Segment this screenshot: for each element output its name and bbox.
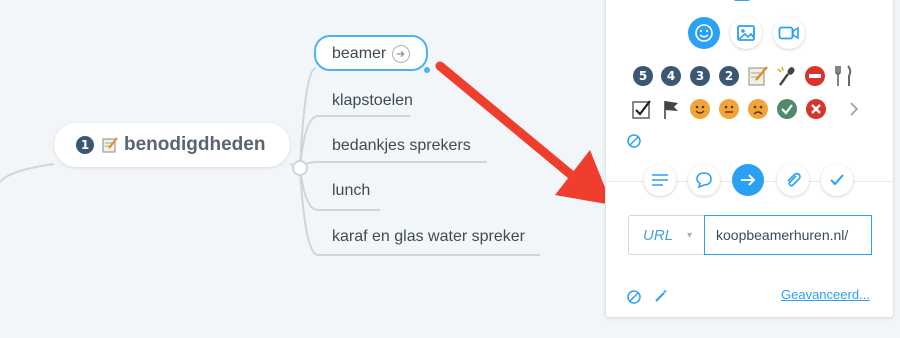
- subtopic-karaf[interactable]: karaf en glas water spreker: [332, 228, 525, 246]
- central-topic-label: benodigdheden: [124, 134, 266, 155]
- paperclip-icon: [787, 172, 801, 187]
- branch-node[interactable]: [292, 160, 308, 176]
- lines-icon: [652, 174, 668, 186]
- tab-image[interactable]: [730, 17, 762, 49]
- magic-wand-icon[interactable]: [653, 288, 669, 304]
- checkbox-icon[interactable]: [631, 98, 653, 120]
- image-icon: [737, 25, 755, 41]
- link-type-select[interactable]: URL ▾: [629, 216, 705, 254]
- cross-circle-icon[interactable]: [806, 99, 826, 119]
- tab-emoji[interactable]: [688, 17, 720, 49]
- memo-icon: [102, 137, 118, 153]
- subtopic-lunch[interactable]: lunch: [332, 182, 370, 200]
- no-entry-icon[interactable]: [804, 65, 826, 87]
- check-circle-icon[interactable]: [777, 99, 797, 119]
- smiley-icon: [695, 24, 713, 42]
- link-arrow-icon[interactable]: [392, 45, 410, 63]
- arrow-right-icon: [741, 174, 756, 186]
- topic-properties-panel: 5 4 3 2 URL ▾ koopbeamerhuren.nl/ Geavan…: [605, 0, 894, 318]
- video-icon: [778, 26, 799, 40]
- priority-1-icon: 1: [76, 136, 94, 154]
- url-input[interactable]: [704, 215, 872, 255]
- subtopic-beamer[interactable]: beamer: [314, 35, 430, 73]
- priority-3-icon[interactable]: 3: [690, 66, 710, 86]
- section-comment[interactable]: [688, 164, 720, 196]
- microphone-icon[interactable]: [776, 65, 798, 87]
- section-notes[interactable]: [644, 164, 676, 196]
- chevron-right-icon[interactable]: [848, 101, 860, 117]
- checkmark-icon: [830, 174, 844, 186]
- subtopic-klapstoelen[interactable]: klapstoelen: [332, 92, 413, 110]
- remove-link-icon[interactable]: [626, 289, 642, 305]
- fork-knife-icon[interactable]: [833, 64, 855, 88]
- panel-pointer: [734, 0, 750, 1]
- speech-bubble-icon: [696, 172, 712, 189]
- red-pointer-arrow: [435, 61, 612, 205]
- priority-4-icon[interactable]: 4: [661, 66, 681, 86]
- section-link[interactable]: [732, 164, 764, 196]
- flag-icon[interactable]: [660, 98, 682, 120]
- central-topic[interactable]: 1 benodigdheden: [54, 123, 290, 167]
- memo-icon[interactable]: [747, 65, 769, 87]
- frown-icon[interactable]: [748, 99, 768, 119]
- link-type-label: URL: [643, 226, 674, 244]
- advanced-link[interactable]: Geavanceerd...: [781, 287, 870, 302]
- link-input-group: URL ▾: [628, 215, 872, 255]
- section-task[interactable]: [821, 164, 853, 196]
- subtopic-label: beamer: [332, 45, 387, 62]
- remove-icon-button[interactable]: [626, 133, 642, 149]
- chevron-down-icon: ▾: [687, 229, 693, 241]
- tab-video[interactable]: [773, 17, 805, 49]
- smile-icon[interactable]: [690, 99, 710, 119]
- priority-5-icon[interactable]: 5: [633, 66, 653, 86]
- neutral-face-icon[interactable]: [719, 99, 739, 119]
- section-attachment[interactable]: [777, 164, 809, 196]
- priority-2-icon[interactable]: 2: [719, 66, 739, 86]
- subtopic-bedankjes-sprekers[interactable]: bedankjes sprekers: [332, 137, 471, 155]
- resize-handle[interactable]: [424, 67, 430, 73]
